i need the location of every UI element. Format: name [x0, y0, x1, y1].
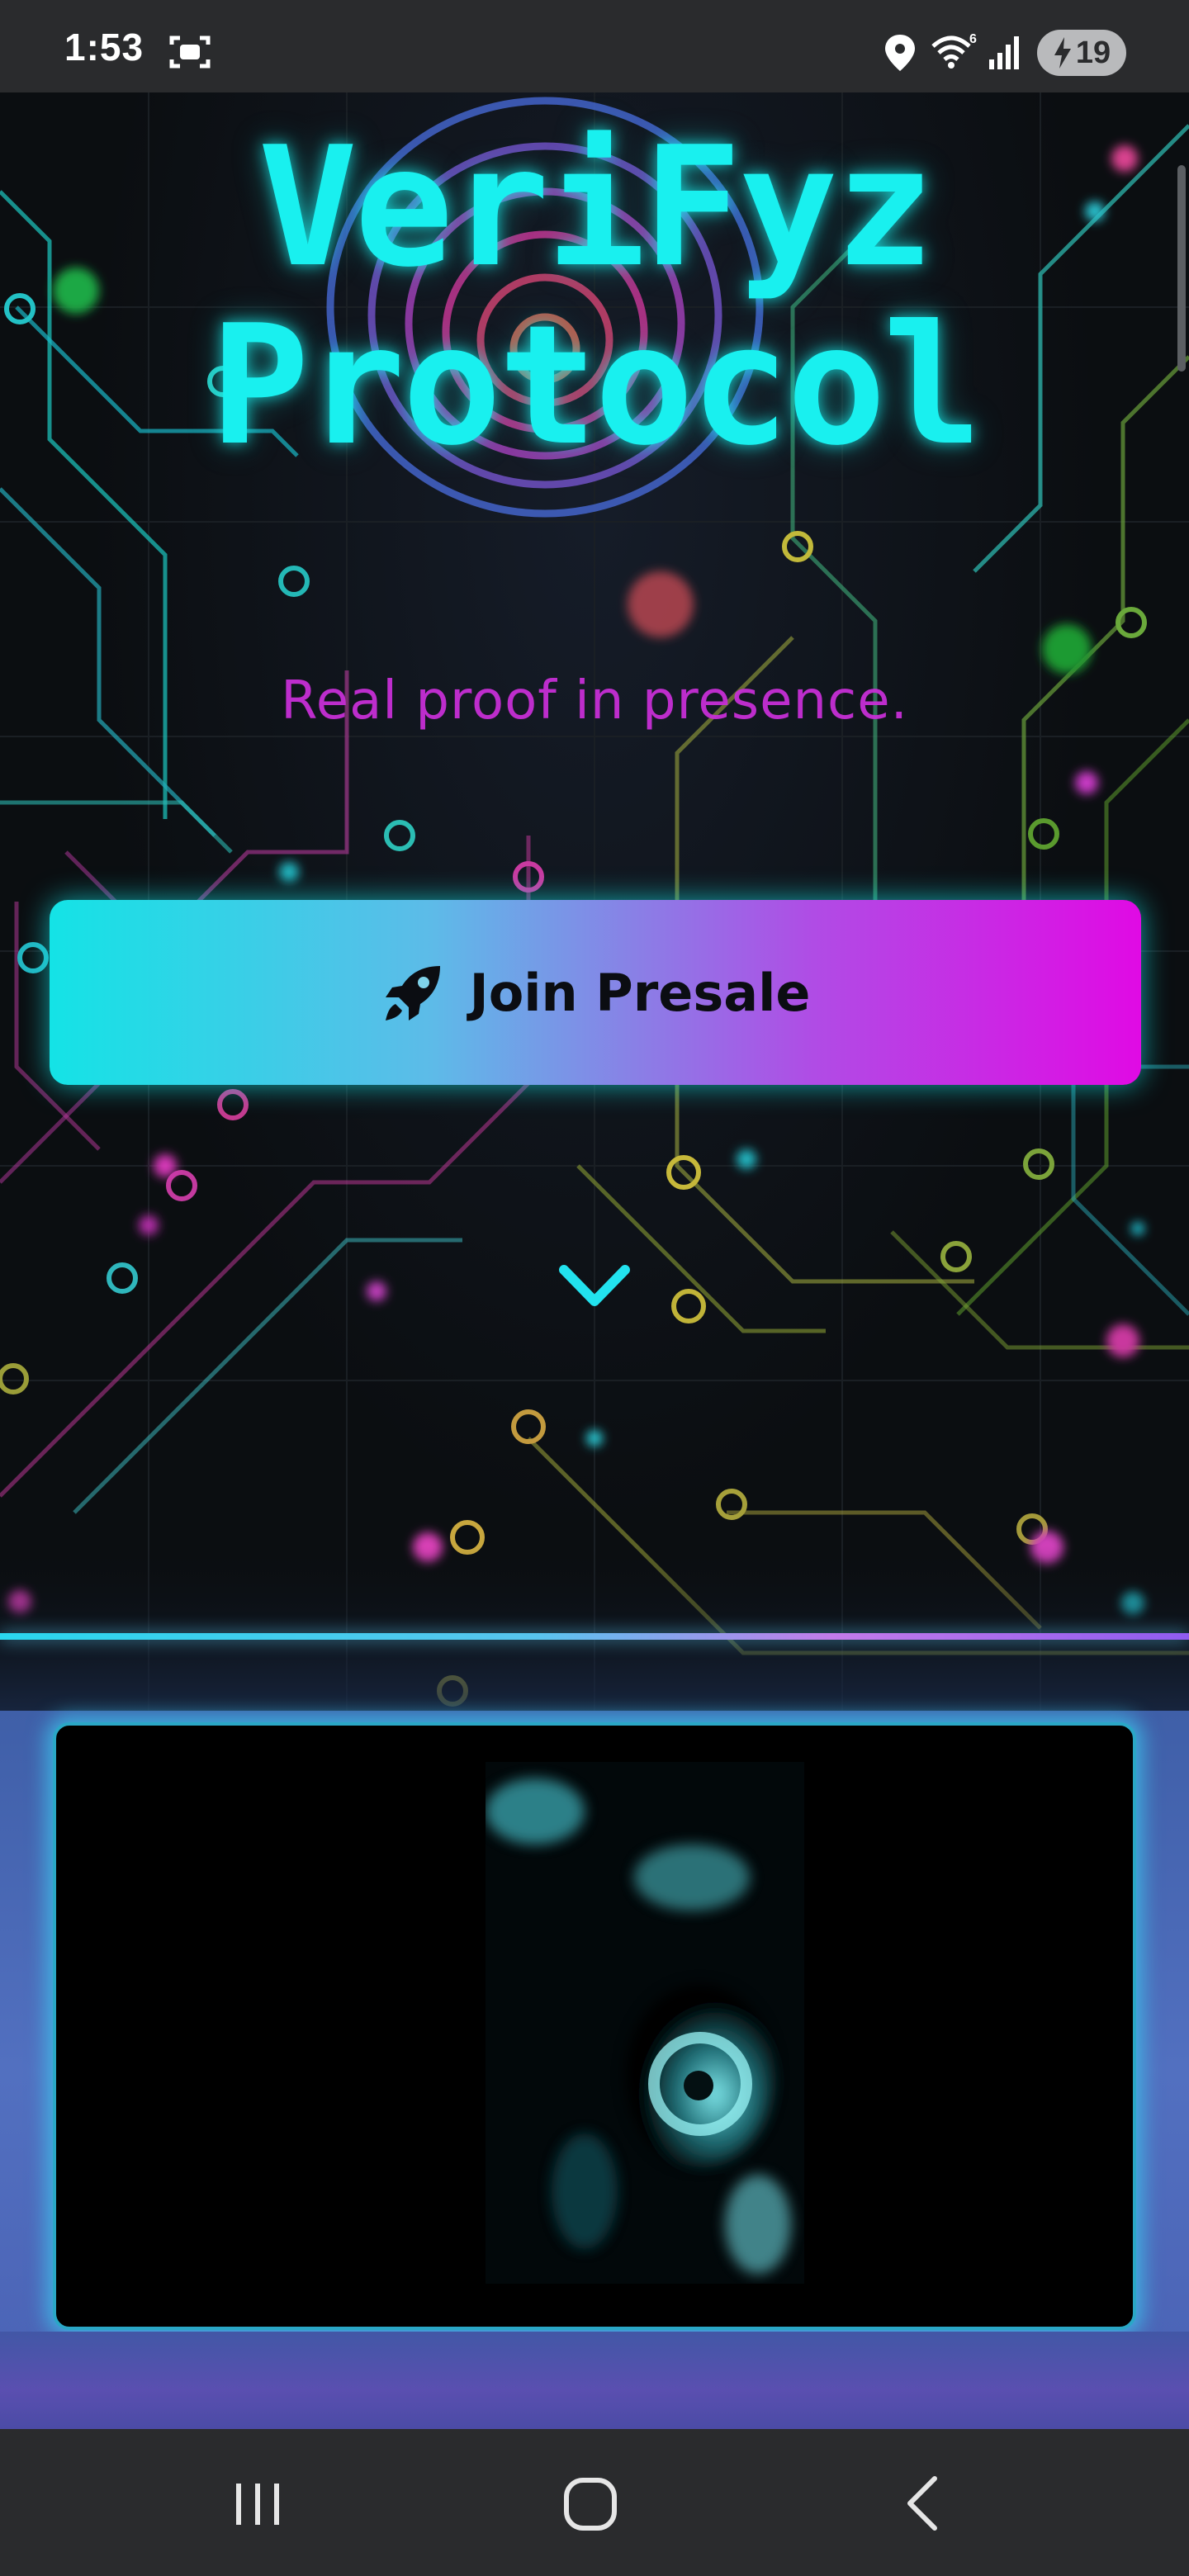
chevron-down-icon[interactable]: [557, 1258, 632, 1316]
home-icon[interactable]: [558, 2470, 624, 2536]
recent-apps-icon[interactable]: [225, 2470, 291, 2536]
bottom-glow: [0, 2332, 1189, 2429]
svg-text:6: 6: [969, 32, 977, 46]
system-nav-bar: [0, 2429, 1189, 2576]
section-divider: [0, 1633, 1189, 1640]
status-bar: 1:53 6 19: [0, 0, 1189, 92]
video-player[interactable]: [53, 1722, 1136, 2330]
back-icon[interactable]: [892, 2470, 958, 2536]
status-time: 1:53: [64, 26, 144, 69]
hero-section: VeriFyz Protocol Real proof in presence.…: [0, 92, 1189, 1711]
tagline: Real proof in presence.: [281, 670, 908, 732]
battery-level: 19: [1075, 35, 1111, 70]
signal-icon: [989, 36, 1019, 69]
rocket-icon: [385, 966, 440, 1020]
join-presale-button[interactable]: Join Presale: [50, 900, 1141, 1085]
charging-bolt-icon: [1054, 37, 1071, 69]
wifi-icon: 6: [931, 32, 977, 69]
video-frame-image: [486, 1762, 804, 2284]
video-section: [0, 1711, 1189, 2429]
join-presale-label: Join Presale: [469, 962, 811, 1023]
location-icon: [885, 35, 915, 71]
screenshot-icon: [169, 36, 211, 69]
page-title: VeriFyz Protocol: [210, 111, 982, 482]
battery-indicator: 19: [1037, 30, 1126, 76]
